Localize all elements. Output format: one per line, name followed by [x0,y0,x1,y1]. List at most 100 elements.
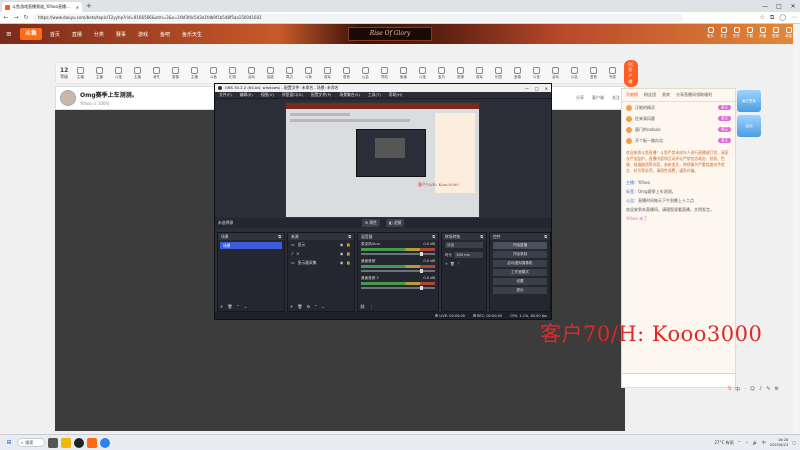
transition-type-select[interactable]: 淡出 [445,242,483,248]
category-item[interactable]: 活动 [547,66,563,80]
category-item[interactable]: 宝贝 [433,66,449,80]
obs-app-icon[interactable] [74,437,84,448]
obs-preview-canvas[interactable]: 客户70/H: Kooo3000 [285,102,480,218]
down-icon[interactable]: ⌄ [321,304,324,309]
properties-button[interactable]: ⚙ 属性 [361,219,380,227]
music-icon[interactable]: ♪ [759,386,762,393]
add-icon[interactable]: + [445,262,448,266]
chevron-up-icon[interactable]: ⌃ [738,440,741,445]
nav-live[interactable]: 直播 [72,31,82,38]
fader-handle[interactable] [420,252,423,256]
lock-icon[interactable]: 🔒 [346,260,351,265]
category-item[interactable]: 斗宝 [110,66,126,80]
studio-mode-button[interactable]: 工作室模式 [493,269,547,276]
volume-icon[interactable]: 🔊 [753,440,758,445]
pen-icon[interactable]: ✎ [766,386,770,393]
extensions-icon[interactable]: ⧉ [770,14,774,22]
tab-fans[interactable]: 粉丝团 [644,92,656,98]
nav-events[interactable]: 赛事 [116,31,126,38]
profile-icon[interactable]: ◯ [779,14,786,22]
s-logo-icon[interactable]: S [728,386,731,393]
volume-fader[interactable] [361,269,435,273]
eye-icon[interactable]: ◉ [340,260,343,265]
header-icon-messages[interactable]: 消息 [785,27,792,39]
obs-minimize-button[interactable]: — [525,86,529,91]
category-item[interactable]: 斗宝 [414,66,430,80]
eye-icon[interactable]: ◉ [340,242,343,247]
client-button[interactable]: 客户端 [592,95,604,101]
menu-scene-collection[interactable]: 场景集合(S) [339,92,360,98]
nav-games[interactable]: 游戏 [138,31,148,38]
up-icon[interactable]: ⌃ [236,304,239,309]
volume-fader[interactable] [361,252,435,256]
fader-handle[interactable] [420,269,423,273]
category-item[interactable]: 宝箱 [509,66,525,80]
browser-app-icon[interactable] [100,437,110,448]
category-item[interactable]: 抽奖 [262,66,278,80]
gear-icon[interactable]: ⚙ [774,386,778,393]
star-icon[interactable]: ☆ [760,14,765,22]
category-item[interactable]: 语音 [585,66,601,80]
obs-titlebar[interactable]: OBS 30.2.2 (64-bit, windows) - 配置文件: 未命名… [215,84,551,92]
volume-fader[interactable] [361,286,435,290]
forward-icon[interactable]: → [13,14,19,21]
tab-close-icon[interactable]: ✕ [76,5,79,10]
menu-profile[interactable]: 配置文件(P) [311,92,331,98]
nav-fishbar[interactable]: 鱼吧 [160,31,170,38]
clock[interactable]: 16:28 2025/6/23 [770,438,788,447]
checkin-activity-icon[interactable]: 每日签到 [737,90,761,112]
obs-maximize-button[interactable]: □ [535,86,539,91]
new-tab-button[interactable]: + [86,2,92,10]
exit-button[interactable]: 退出 [493,287,547,294]
virtual-camera-button[interactable]: 启动虚拟摄像机 [493,260,547,267]
lock-icon[interactable]: 🔒 [346,242,351,247]
category-item[interactable]: 公会 [357,66,373,80]
category-item[interactable]: 鱼塘 [395,66,411,80]
category-item[interactable]: 活动 [243,66,259,80]
language-icon[interactable]: 中 [735,386,740,393]
trash-icon[interactable]: 🗑 [450,262,455,266]
menu-view[interactable]: 视图(V) [261,92,274,98]
header-icon-download[interactable]: 下载 [746,27,753,39]
header-icon-history[interactable]: 历史 [733,27,740,39]
category-item[interactable]: 斗鱼 [205,66,221,80]
taskbar-search[interactable]: ⌕ 搜索 [17,438,45,447]
hamburger-icon[interactable]: ≡ [6,30,12,38]
nav-category[interactable]: 分类 [94,31,104,38]
douyu-logo[interactable]: 斗鱼 [19,28,42,40]
header-icon-fishball[interactable]: 鱼丸 [707,27,714,39]
maximize-button[interactable]: □ [772,3,786,10]
add-icon[interactable]: + [290,304,293,309]
pc-client-button[interactable]: PC客户端 [624,59,638,87]
category-item[interactable]: 冠军 [471,66,487,80]
page-scrollbar[interactable] [793,24,800,434]
category-item[interactable]: 主播 [72,66,88,80]
menu-docks[interactable]: 停靠窗口(D) [282,92,303,98]
category-item[interactable]: 主播 [186,66,202,80]
category-item[interactable]: 礼物 [224,66,240,80]
file-explorer-icon[interactable] [61,437,71,448]
up-icon[interactable]: ⌃ [314,304,317,309]
kebab-menu-icon[interactable]: ⋮ [369,304,373,309]
menu-edit[interactable]: 编辑(E) [240,92,253,98]
source-item[interactable]: ▭ 显示器采集 ◉ 🔒 [288,258,354,267]
add-icon[interactable]: + [220,304,223,309]
filters-button[interactable]: ◧ 滤镜 [385,219,405,227]
lock-icon[interactable]: 🔒 [346,251,351,256]
source-item[interactable]: ♪ V ◉ 🔒 [288,249,354,258]
kebab-menu-icon[interactable]: ⋮ [457,262,461,266]
undock-icon[interactable]: ⧉ [544,233,547,240]
category-item[interactable]: 导航 [376,66,392,80]
settings-button[interactable]: 设置 [493,278,547,285]
menu-icon[interactable]: ⋯ [791,14,797,22]
scene-item[interactable]: 场景 [220,242,282,249]
url-field[interactable]: https://www.douyu.com/beta/topic/12yyhp?… [33,13,683,22]
category-item[interactable]: 公会 [566,66,582,80]
task-view-icon[interactable] [48,437,58,448]
reload-icon[interactable]: ↻ [23,14,29,21]
rank-row[interactable]: 往来清风客 金主 [622,113,735,124]
undock-icon[interactable]: ⧉ [348,233,351,240]
nav-home[interactable]: 首页 [50,31,60,38]
start-recording-button[interactable]: 开始录制 [493,251,547,258]
down-icon[interactable]: ⌄ [244,304,247,309]
